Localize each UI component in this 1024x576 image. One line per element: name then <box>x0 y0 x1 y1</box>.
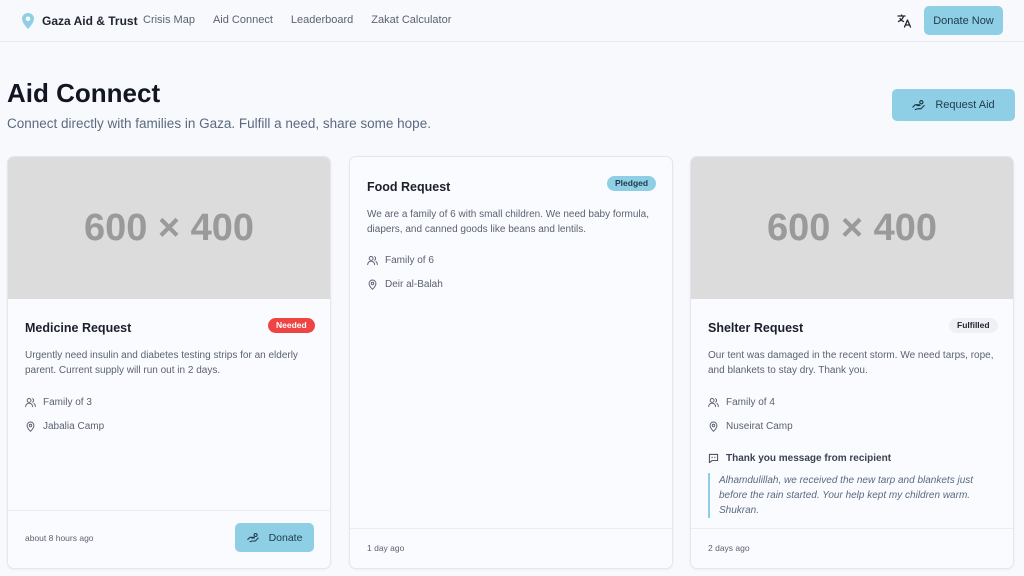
hand-coins-icon <box>246 532 259 542</box>
thanks-message-quote: Alhamdulillah, we received the new tarp … <box>708 473 1000 518</box>
card-divider <box>691 528 1013 529</box>
donate-label: Donate <box>268 531 303 544</box>
card-timestamp: about 8 hours ago <box>25 533 94 543</box>
main-nav: Crisis Map Aid Connect Leaderboard Zakat… <box>143 14 469 26</box>
message-square-icon <box>708 453 719 464</box>
aid-request-card-food: Food Request Pledged We are a family of … <box>349 156 673 569</box>
family-size-text: Family of 6 <box>385 255 434 266</box>
status-badge: Fulfilled <box>949 318 998 333</box>
aid-request-card-medicine: 600 × 400 Medicine Request Needed Urgent… <box>7 156 331 569</box>
page-subtitle: Connect directly with families in Gaza. … <box>7 116 431 131</box>
thanks-message-header: Thank you message from recipient <box>708 453 891 464</box>
card-divider <box>350 528 672 529</box>
users-icon <box>708 398 719 408</box>
request-aid-label: Request Aid <box>935 99 995 111</box>
family-size-text: Family of 4 <box>726 397 775 408</box>
card-timestamp: 2 days ago <box>708 543 750 553</box>
location: Deir al-Balah <box>367 279 443 290</box>
map-pin-icon <box>368 279 377 290</box>
nav-crisis-map[interactable]: Crisis Map <box>143 14 195 26</box>
thanks-title: Thank you message from recipient <box>726 453 892 464</box>
card-image-placeholder: 600 × 400 <box>8 157 330 299</box>
card-title: Medicine Request <box>25 321 132 335</box>
card-image-placeholder: 600 × 400 <box>691 157 1013 299</box>
card-timestamp: 1 day ago <box>367 543 405 553</box>
card-title: Shelter Request <box>708 321 804 335</box>
users-icon <box>25 398 36 408</box>
donate-button[interactable]: Donate <box>235 523 314 552</box>
family-size: Family of 3 <box>25 397 92 408</box>
aid-request-card-shelter: 600 × 400 Shelter Request Fulfilled Our … <box>690 156 1014 569</box>
top-navbar: Gaza Aid & Trust Crisis Map Aid Connect … <box>0 0 1024 42</box>
location-text: Nuseirat Camp <box>726 421 793 432</box>
hand-coins-icon <box>912 99 926 110</box>
card-title: Food Request <box>367 180 451 194</box>
brand-link[interactable]: Gaza Aid & Trust <box>21 12 138 30</box>
nav-aid-connect[interactable]: Aid Connect <box>213 14 273 26</box>
location: Jabalia Camp <box>25 421 104 432</box>
family-size: Family of 6 <box>367 255 434 266</box>
page-title: Aid Connect <box>7 78 161 108</box>
users-icon <box>367 256 378 266</box>
card-description: Our tent was damaged in the recent storm… <box>708 350 994 376</box>
family-size: Family of 4 <box>708 397 775 408</box>
map-pin-icon <box>26 421 35 432</box>
location-text: Jabalia Camp <box>43 421 105 432</box>
map-pin-icon <box>22 13 34 29</box>
nav-zakat-calculator[interactable]: Zakat Calculator <box>371 14 451 26</box>
brand-name: Gaza Aid & Trust <box>42 14 138 28</box>
family-size-text: Family of 3 <box>43 397 92 408</box>
status-badge: Pledged <box>607 176 657 191</box>
location-text: Deir al-Balah <box>385 279 443 290</box>
map-pin-icon <box>709 421 718 432</box>
card-divider <box>8 510 330 511</box>
translate-icon[interactable] <box>896 13 912 29</box>
location: Nuseirat Camp <box>708 421 793 432</box>
card-description: We are a family of 6 with small children… <box>367 209 649 235</box>
donate-now-button[interactable]: Donate Now <box>924 6 1003 35</box>
card-description: Urgently need insulin and diabetes testi… <box>25 350 298 376</box>
status-badge: Needed <box>268 318 315 333</box>
request-aid-button[interactable]: Request Aid <box>892 89 1015 121</box>
nav-leaderboard[interactable]: Leaderboard <box>291 14 353 26</box>
